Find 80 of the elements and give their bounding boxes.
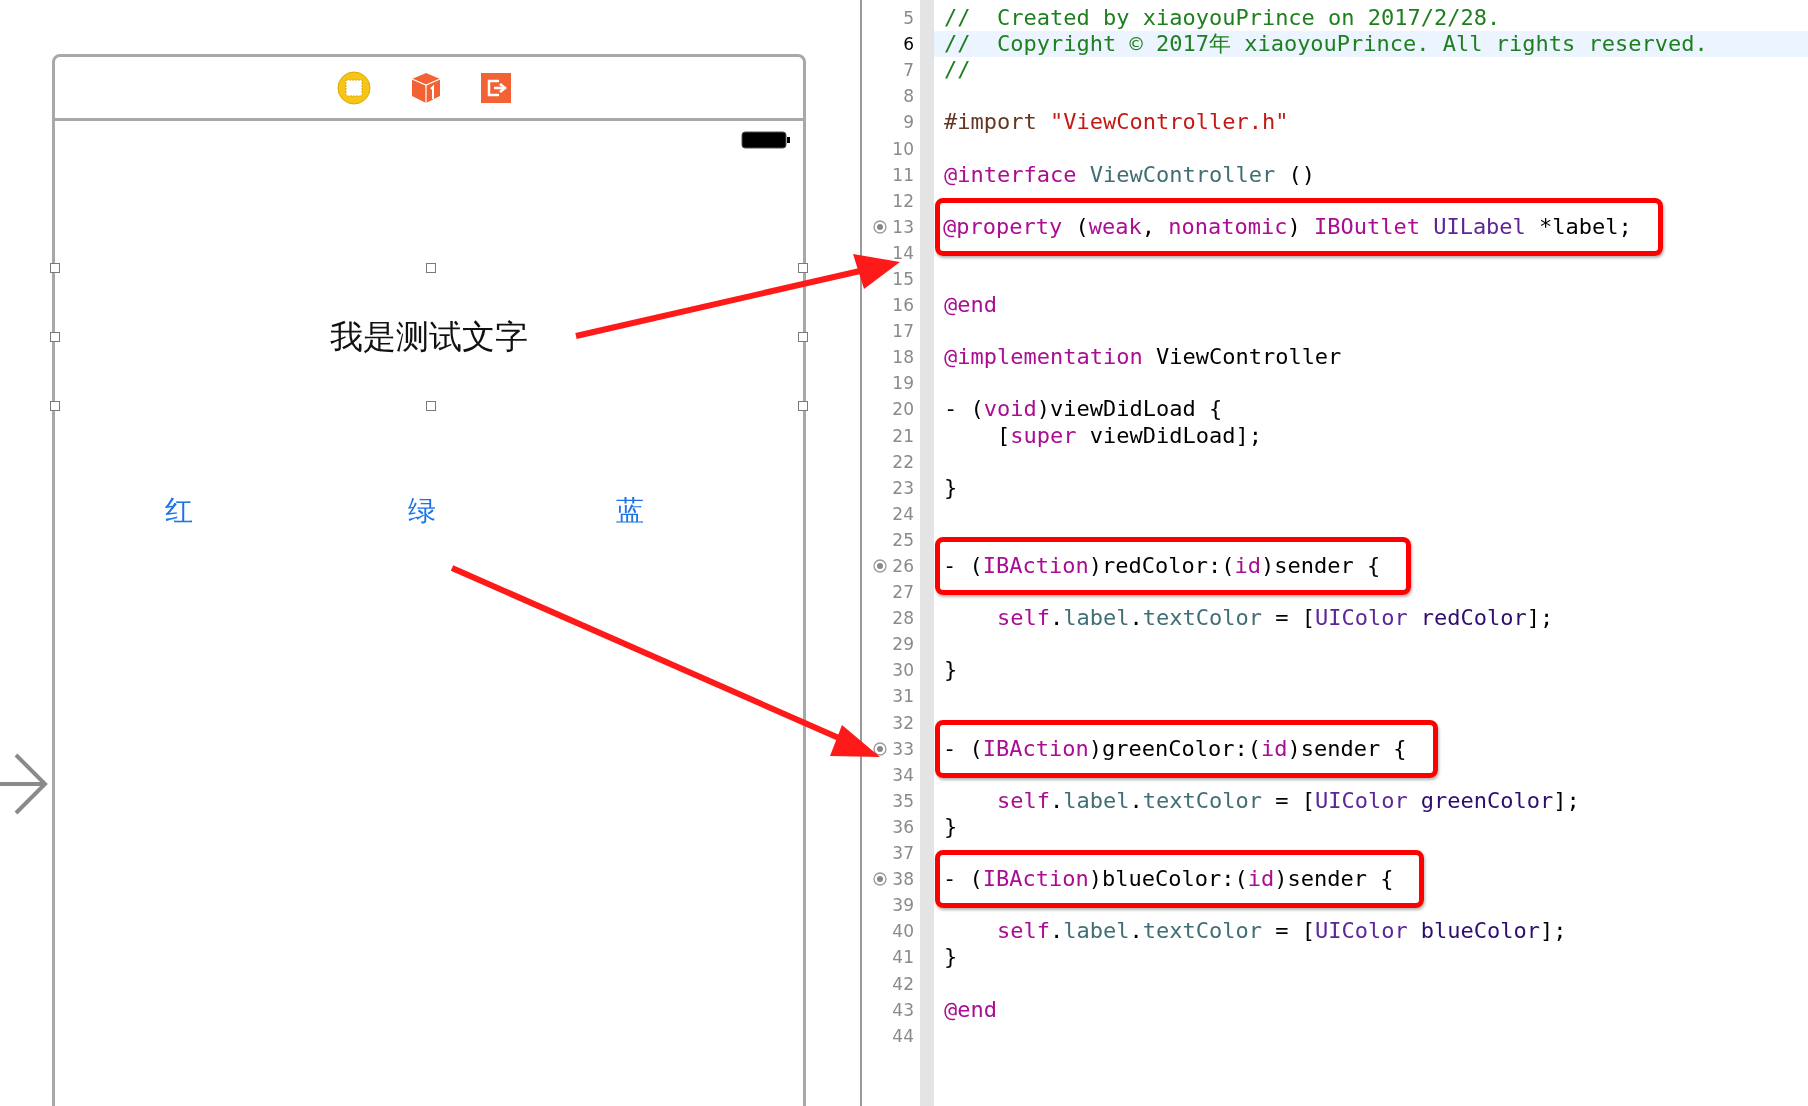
line-number: 11 <box>892 164 914 185</box>
cube-icon[interactable] <box>411 71 441 104</box>
color-button[interactable]: 红 <box>155 488 203 534</box>
line-number: 41 <box>892 947 914 968</box>
code-line: self.label.textColor = [UIColor redColor]; <box>995 605 1554 632</box>
line-number: 40 <box>892 921 914 942</box>
test-label[interactable]: 我是测试文字 <box>330 314 528 360</box>
line-number: 44 <box>892 1025 914 1046</box>
line-number: 13 <box>892 216 914 237</box>
line-number: 6 <box>902 34 914 55</box>
line-number: 43 <box>892 999 914 1020</box>
code-line: - (IBAction)redColor:(id)sender { <box>943 553 1381 578</box>
line-number: 19 <box>892 373 914 394</box>
code-line: #import "ViewController.h" <box>944 109 1289 136</box>
code-line: - (IBAction)blueColor:(id)sender { <box>943 866 1394 892</box>
line-number: 20 <box>892 399 914 420</box>
line-number: 8 <box>902 86 914 107</box>
line-number: 12 <box>892 190 914 211</box>
line-number: 22 <box>892 451 914 472</box>
line-number: 32 <box>892 712 914 733</box>
resize-handle[interactable] <box>50 332 60 342</box>
resize-handle[interactable] <box>798 263 808 273</box>
code-line: self.label.textColor = [UIColor greenColor]; <box>995 787 1580 814</box>
code-line: @end <box>944 996 997 1023</box>
line-number: 26 <box>892 556 914 576</box>
line-number: 36 <box>892 816 914 837</box>
code-line: - (IBAction)greenColor:(id)sender { <box>943 735 1407 761</box>
code-line: @end <box>944 292 997 319</box>
line-number: 23 <box>892 477 914 498</box>
code-line: self.label.textColor = [UIColor blueColor]; <box>995 918 1567 945</box>
resize-handle[interactable] <box>426 401 436 411</box>
line-number: 14 <box>892 242 914 263</box>
resize-handle[interactable] <box>50 401 60 411</box>
code-line: @interface ViewController () <box>944 161 1315 188</box>
code-line: @implementation ViewController <box>944 344 1342 371</box>
line-number: 28 <box>892 608 914 629</box>
resize-handle[interactable] <box>798 401 808 411</box>
resize-handle[interactable] <box>426 263 436 273</box>
line-number: 30 <box>892 660 914 681</box>
line-number: 21 <box>892 425 914 446</box>
line-number: 31 <box>892 686 914 707</box>
code-line: // <box>944 57 971 84</box>
code-line: // Copyright © 2017年 xiaoyouPrince. All rights reserved. <box>944 31 1708 58</box>
code-line: } <box>944 813 958 840</box>
code-line: // Created by xiaoyouPrince on 2017/2/28. <box>944 5 1501 32</box>
line-number: 33 <box>892 738 914 759</box>
line-number: 16 <box>892 295 914 316</box>
resize-handle[interactable] <box>798 332 808 342</box>
outlet-connection-icon[interactable] <box>873 872 887 887</box>
line-number: 27 <box>892 582 914 603</box>
exit-icon[interactable] <box>481 72 511 103</box>
code-line: } <box>944 657 958 684</box>
code-line: } <box>944 474 958 501</box>
line-number: 25 <box>892 529 914 550</box>
line-number: 10 <box>892 138 914 159</box>
resize-handle[interactable] <box>50 263 60 273</box>
line-number: 39 <box>892 895 914 916</box>
line-number: 24 <box>892 503 914 524</box>
line-number: 17 <box>892 321 914 342</box>
outlet-connection-icon[interactable] <box>873 559 887 573</box>
code-line: } <box>944 944 958 971</box>
outlet-connection-icon[interactable] <box>873 741 887 756</box>
color-button[interactable]: 绿 <box>398 488 446 534</box>
line-number: 15 <box>892 269 914 289</box>
code-line: [super viewDidLoad]; <box>995 422 1262 449</box>
battery-icon <box>741 131 791 149</box>
line-number: 38 <box>892 869 914 890</box>
line-number: 34 <box>892 764 914 785</box>
outlet-connection-icon[interactable] <box>873 219 887 234</box>
line-number: 18 <box>892 347 914 368</box>
color-button[interactable]: 蓝 <box>606 488 654 534</box>
line-number: 35 <box>892 790 914 811</box>
line-number: 9 <box>902 112 914 133</box>
line-number: 29 <box>892 634 914 655</box>
code-line: - (void)viewDidLoad { <box>944 396 1223 423</box>
line-number: 37 <box>892 843 914 864</box>
line-number: 5 <box>902 8 914 29</box>
line-number: 7 <box>902 60 914 81</box>
code-line: @property (weak, nonatomic) IBOutlet UILabel *label; <box>943 213 1632 239</box>
line-number: 42 <box>892 973 914 994</box>
